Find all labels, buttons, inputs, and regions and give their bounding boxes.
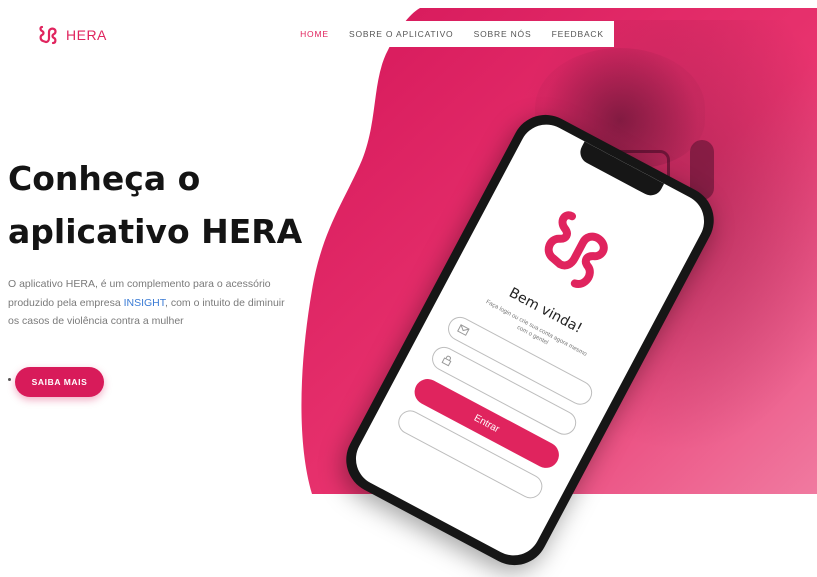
lock-icon [441, 355, 452, 367]
saiba-mais-button[interactable]: SAIBA MAIS [15, 367, 104, 397]
hero-description: O aplicativo HERA, é um complemento para… [8, 275, 293, 331]
brand-logo[interactable]: HERA [38, 24, 107, 46]
hera-logo-icon [39, 25, 57, 45]
hero-title: Conheça o aplicativo HERA [8, 152, 318, 258]
main-navigation: HOME SOBRE O APLICATIVO SOBRE NÓS FEEDBA… [290, 21, 614, 47]
hero-title-line-1: Conheça o [8, 159, 201, 198]
nav-sobre-nos[interactable]: SOBRE NÓS [474, 29, 532, 39]
hero-title-line-2: aplicativo HERA [8, 212, 303, 251]
nav-home[interactable]: HOME [300, 29, 329, 39]
brand-name: HERA [66, 27, 107, 43]
mail-icon [457, 324, 470, 336]
nav-sobre-aplicativo[interactable]: SOBRE O APLICATIVO [349, 29, 453, 39]
decorative-dot [8, 378, 11, 381]
nav-feedback[interactable]: FEEDBACK [552, 29, 604, 39]
hera-app-logo-icon [544, 211, 608, 288]
insight-link[interactable]: INSIGHT [124, 297, 165, 309]
